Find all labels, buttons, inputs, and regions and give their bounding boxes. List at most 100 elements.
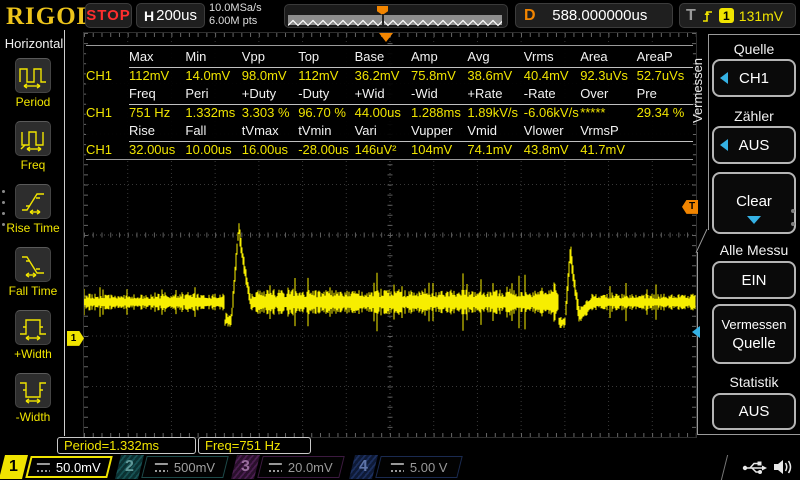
channel1-ground-marker-icon[interactable]: 1 <box>67 331 84 346</box>
channel-4-scale[interactable]: 5.00 V <box>375 456 462 478</box>
measure-value-cell: 92.3uVs <box>580 67 636 84</box>
measure-value-cell: 10.00us <box>185 141 241 158</box>
measure-header-cell: -Duty <box>298 84 354 105</box>
channel-status-bar: 150.0mV2500mV320.0mV45.00 V <box>0 455 800 480</box>
down-arrow-icon <box>747 216 761 224</box>
memory-waveform-icon <box>288 18 502 28</box>
measure-value-cell: 104mV <box>411 141 467 158</box>
measure-header-cell: -Wid <box>411 84 467 105</box>
measure-header-cell: Freq <box>129 84 185 105</box>
plus-width-icon <box>15 310 51 345</box>
measurement-table: MaxMinVppTopBaseAmpAvgVrmsAreaAreaPCH111… <box>86 45 693 160</box>
measure-header-cell: Vupper <box>411 121 467 142</box>
menu-label-quelle: Quelle <box>710 41 798 57</box>
dc-coupling-icon <box>391 463 404 472</box>
trigger-position-marker-icon[interactable] <box>379 33 393 42</box>
measure-header-cell: Peri <box>185 84 241 105</box>
measure-header-cell: +Duty <box>242 84 298 105</box>
measure-header-cell: Pre <box>637 84 693 105</box>
sidebar-item--width[interactable]: -Width <box>0 373 66 424</box>
measure-value-row: CH132.00us10.00us16.00us-28.00us146uV²10… <box>86 141 693 158</box>
menu-label-alle-messu: Alle Messu <box>710 242 798 258</box>
usb-icon[interactable] <box>742 459 768 476</box>
menu-label-statistik: Statistik <box>710 374 798 390</box>
measure-header-cell: +Rate <box>467 84 523 105</box>
measure-header-cell: Amp <box>411 47 467 68</box>
measure-header-cell: Avg <box>467 47 523 68</box>
measure-value-cell: ***** <box>580 104 636 121</box>
menu-button-zaehler[interactable]: AUS <box>712 126 796 164</box>
measure-value-cell: -28.00us <box>298 141 354 158</box>
measure-header-cell: +Wid <box>355 84 411 105</box>
measure-header-cell: Vlower <box>524 121 580 142</box>
measure-header-cell: tVmin <box>298 121 354 142</box>
menu-label-zaehler: Zähler <box>710 108 798 124</box>
acquisition-info: 10.0MSa/s 6.00M pts <box>209 2 262 28</box>
horizontal-label: H <box>144 8 154 24</box>
measure-header-cell: Rise <box>129 121 185 142</box>
measure-header-cell: -Rate <box>524 84 580 105</box>
menu-button-quelle[interactable]: CH1 <box>712 59 796 97</box>
channel-1-button[interactable]: 1 <box>0 455 28 479</box>
measure-header-cell: Max <box>129 47 185 68</box>
measure-value-cell: 29.34 % <box>637 104 693 121</box>
rigol-logo: RIGOL <box>6 3 94 31</box>
speaker-icon[interactable] <box>772 458 794 476</box>
measure-value-cell: 98.0mV <box>242 67 298 84</box>
measure-header-cell <box>637 121 693 142</box>
measure-value-cell: 40.4mV <box>524 67 580 84</box>
channel-1-scale[interactable]: 50.0mV <box>25 456 112 478</box>
sidebar-item-period[interactable]: Period <box>0 58 66 109</box>
measure-value-cell: 1.89kV/s <box>467 104 523 121</box>
timebase-value: 200us <box>156 7 197 24</box>
measure-value-cell: 1.332ms <box>185 104 241 121</box>
measure-value-cell: 32.00us <box>129 141 185 158</box>
measure-header-row: MaxMinVppTopBaseAmpAvgVrmsAreaAreaP <box>86 47 693 67</box>
freq-icon <box>15 121 51 156</box>
measure-value-cell: 36.2mV <box>355 67 411 84</box>
measure-header-cell: Min <box>185 47 241 68</box>
sidebar-item-freq[interactable]: Freq <box>0 121 66 172</box>
measure-value-cell: -6.06kV/s <box>524 104 580 121</box>
channel-3-scale[interactable]: 20.0mV <box>257 456 344 478</box>
measure-header-cell: AreaP <box>637 47 693 68</box>
channel-3-button[interactable]: 3 <box>231 455 260 479</box>
measure-header-cell: Over <box>580 84 636 105</box>
delay-label: D <box>524 7 536 25</box>
measure-header-cell: Vpp <box>242 47 298 68</box>
period-readout: Period=1.332ms <box>57 437 196 454</box>
measure-value-cell: 44.00us <box>355 104 411 121</box>
channel-4-button[interactable]: 4 <box>349 455 378 479</box>
measure-value-row: CH1112mV14.0mV98.0mV112mV36.2mV75.8mV38.… <box>86 67 693 84</box>
measure-value-cell: 74.1mV <box>467 141 523 158</box>
dc-coupling-icon <box>37 463 50 472</box>
measure-header-cell: Base <box>355 47 411 68</box>
menu-button-vermessen-quelle[interactable]: Vermessen Quelle <box>712 304 796 364</box>
channel-label: CH1 <box>86 104 129 121</box>
measure-header-cell: tVmax <box>242 121 298 142</box>
dc-coupling-icon <box>269 463 282 472</box>
delay-value: 588.000000us <box>552 7 647 24</box>
sidebar-item-rise-time[interactable]: Rise Time <box>0 184 66 235</box>
period-icon <box>15 58 51 93</box>
left-arrow-icon <box>720 139 728 151</box>
measure-value-cell: 96.70 % <box>298 104 354 121</box>
sidebar-item--width[interactable]: +Width <box>0 310 66 361</box>
sidebar-item-fall-time[interactable]: Fall Time <box>0 247 66 298</box>
measure-value-cell: 112mV <box>298 67 354 84</box>
menu-button-statistik[interactable]: AUS <box>712 393 796 430</box>
channel-2-scale[interactable]: 500mV <box>141 456 228 478</box>
measure-value-cell: 16.00us <box>242 141 298 158</box>
measure-header-row: FreqPeri+Duty-Duty+Wid-Wid+Rate-RateOver… <box>86 84 693 104</box>
memory-depth: 6.00M pts <box>209 15 262 28</box>
trigger-source-badge: 1 <box>719 8 734 23</box>
menu-page-dots <box>791 200 795 235</box>
menu-button-alle-messu[interactable]: EIN <box>712 261 796 299</box>
channel-2-button[interactable]: 2 <box>115 455 144 479</box>
menu-button-clear[interactable]: Clear <box>712 172 796 234</box>
measure-header-cell: Vrms <box>524 47 580 68</box>
measure-header-cell: Vari <box>355 121 411 142</box>
trigger-label: T <box>686 7 696 25</box>
sidebar-item-label: Fall Time <box>0 284 66 298</box>
run-state-indicator: STOP <box>85 3 132 28</box>
